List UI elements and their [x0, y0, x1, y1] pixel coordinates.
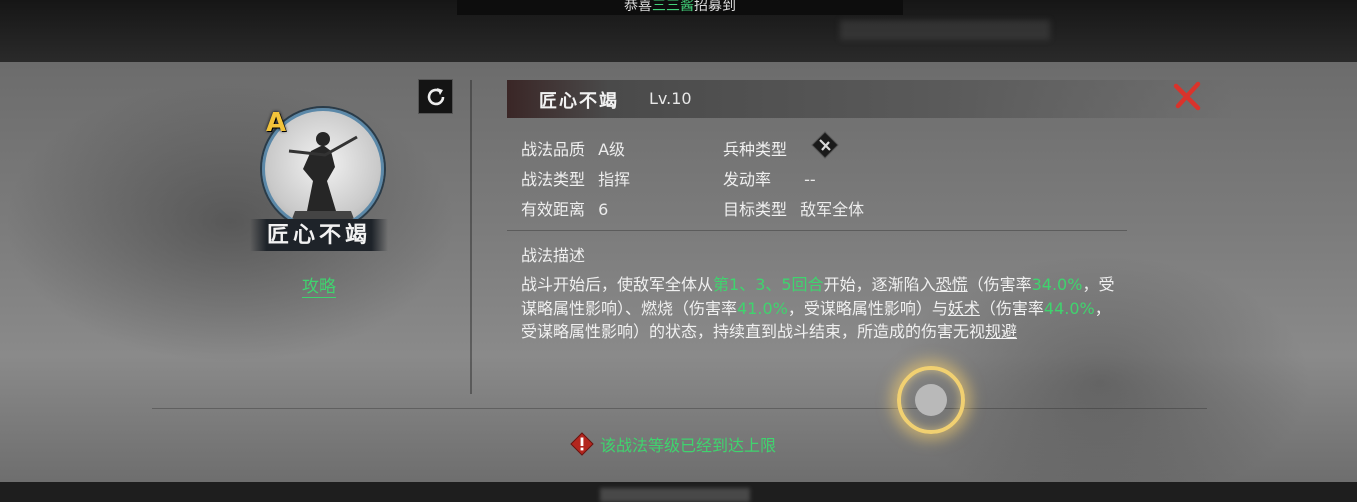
quality-value: A级 [598, 140, 626, 159]
troop-label: 兵种类型 [723, 140, 788, 159]
horizontal-divider [152, 408, 1207, 409]
desc-rounds: 第1、3、5回合 [713, 275, 824, 294]
broadcast-text-end: 招募到 [694, 0, 736, 14]
skill-title: 匠心不竭 [539, 91, 619, 112]
type-label: 战法类型 [521, 170, 586, 189]
rate-label: 发动率 [723, 170, 772, 189]
guide-link[interactable]: 攻略 [302, 277, 336, 298]
refresh-icon [427, 87, 444, 105]
type-row: 战法类型 指挥 [521, 166, 630, 190]
type-value: 指挥 [598, 170, 631, 189]
touch-indicator [897, 366, 965, 434]
bottom-bar [0, 482, 1357, 502]
skill-level: Lv.10 [649, 89, 692, 108]
warning-icon [570, 432, 594, 456]
desc-text: ，受谋略属性影响）与 [787, 298, 948, 318]
troop-type-icon [811, 131, 839, 159]
rate-row: 发动率 -- [723, 166, 816, 190]
troop-row: 兵种类型 [723, 136, 787, 160]
blurred-tabs [840, 20, 1050, 40]
range-label: 有效距离 [521, 200, 586, 219]
description-title: 战法描述 [521, 246, 586, 265]
desc-text: 开始，逐渐陷入 [823, 275, 936, 294]
skill-description: 战斗开始后，使敌军全体从第1、3、5回合开始，逐渐陷入恐慌（伤害率34.0%，受… [521, 273, 1121, 344]
skill-header: 匠心不竭 Lv.10 [507, 80, 1231, 118]
broadcast-banner: 恭喜三三酱招募到 [457, 0, 903, 15]
status-evade-link[interactable]: 规避 [985, 322, 1017, 341]
refresh-button[interactable] [418, 79, 453, 114]
touch-indicator-core [915, 384, 947, 416]
broadcast-text: 恭喜 [624, 0, 652, 14]
level-max-text: 该战法等级已经到达上限 [600, 436, 777, 455]
range-row: 有效距离 6 [521, 196, 608, 220]
desc-damage-rate: 34.0% [1031, 275, 1083, 294]
target-label: 目标类型 [723, 200, 788, 219]
desc-text: （伤害率 [967, 275, 1032, 294]
target-row: 目标类型 敌军全体 [723, 196, 864, 220]
quality-label: 战法品质 [521, 140, 586, 159]
rate-value: -- [804, 170, 816, 189]
grade-badge: A [266, 108, 287, 138]
skill-name-label: 匠心不竭 [266, 222, 371, 248]
close-button[interactable] [1172, 80, 1204, 112]
vertical-divider [470, 80, 472, 394]
section-divider [507, 230, 1127, 231]
status-panic-link[interactable]: 恐慌 [936, 275, 968, 294]
desc-text: 战斗开始后，使敌军全体从 [521, 275, 714, 294]
desc-damage-rate: 44.0% [1043, 298, 1095, 318]
broadcast-player: 三三酱 [652, 0, 694, 14]
desc-text: （伤害率 [979, 298, 1044, 318]
skill-detail-panel: A 匠心不竭 攻略 匠心不竭 Lv.10 战法品质 A级 兵种类型 战法类型 指… [0, 62, 1357, 482]
blurred-subtitle [600, 488, 750, 502]
desc-damage-rate: 41.0% [737, 298, 788, 318]
level-max-notice: 该战法等级已经到达上限 [570, 432, 776, 456]
status-sorcery-link[interactable]: 妖术 [948, 299, 980, 318]
skill-name-plate: 匠心不竭 [250, 219, 388, 251]
quality-row: 战法品质 A级 [521, 136, 625, 160]
close-icon [1173, 81, 1201, 111]
troop-type-badge [810, 130, 840, 160]
target-value: 敌军全体 [800, 200, 865, 219]
range-value: 6 [598, 200, 609, 219]
